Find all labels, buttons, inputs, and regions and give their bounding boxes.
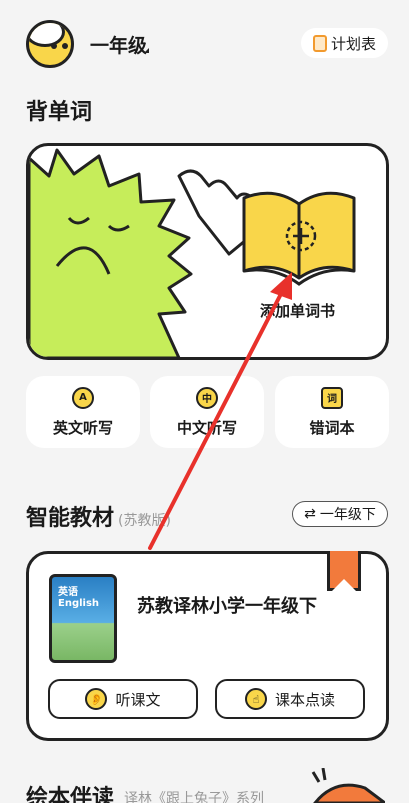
finger-tap-icon: ☝ [244, 688, 267, 710]
picture-books-title: 绘本伴读 [26, 786, 115, 803]
clipboard-icon [312, 34, 327, 52]
textbook-section-title: 智能教材 (苏教版) [26, 500, 171, 532]
point-read-button[interactable]: ☝ 课本点读 [215, 679, 365, 719]
top-bar: 一年级 计划表 [0, 0, 409, 80]
wrong-words-label: 错词本 [309, 418, 355, 437]
picture-books-subtitle: 译林《跟上兔子》系列 [124, 791, 264, 803]
caret-icon [144, 48, 149, 53]
book-cover[interactable]: 英语 English [49, 574, 117, 663]
listen-text-label: 听课文 [115, 690, 161, 709]
english-dictation-button[interactable]: A 英文听写 [26, 376, 140, 448]
wrong-words-button[interactable]: 词 错词本 [275, 376, 389, 448]
vocab-section-title: 背单词 [26, 100, 93, 125]
grade-selector[interactable]: 一年级 [90, 31, 147, 58]
swap-icon: ⇄ [304, 506, 316, 522]
word-card-illustration [29, 148, 356, 357]
chinese-dictation-label: 中文听写 [176, 418, 237, 437]
bookmark-ribbon-icon [327, 551, 361, 591]
ear-icon: 👂 [85, 688, 108, 710]
picture-books-illustration [311, 768, 385, 803]
book-cover-text: 英语 English [58, 587, 100, 609]
listen-text-button[interactable]: 👂 听课文 [48, 679, 198, 719]
english-dictation-icon: A [72, 386, 94, 409]
book-title: 苏教译林小学一年级下 [137, 596, 317, 617]
chinese-dictation-icon: 中 [196, 386, 218, 409]
plan-button[interactable]: 计划表 [301, 28, 388, 58]
add-word-book-card[interactable] [26, 143, 389, 360]
grade-switch-label: 一年级下 [319, 507, 376, 523]
avatar[interactable] [26, 20, 74, 68]
chinese-dictation-button[interactable]: 中 中文听写 [150, 376, 264, 448]
english-dictation-label: 英文听写 [52, 418, 113, 437]
wrong-words-icon: 词 [321, 386, 343, 409]
textbook-edition: (苏教版) [118, 513, 171, 529]
textbook-card[interactable]: 英语 English 苏教译林小学一年级下 👂 听课文 ☝ 课本点读 [26, 551, 389, 741]
point-read-label: 课本点读 [274, 690, 335, 709]
plan-label: 计划表 [330, 34, 376, 53]
grade-switch-button[interactable]: ⇄ 一年级下 [292, 501, 388, 527]
add-word-book-label[interactable]: 添加单词书 [260, 300, 335, 321]
textbook-title: 智能教材 [26, 506, 115, 531]
